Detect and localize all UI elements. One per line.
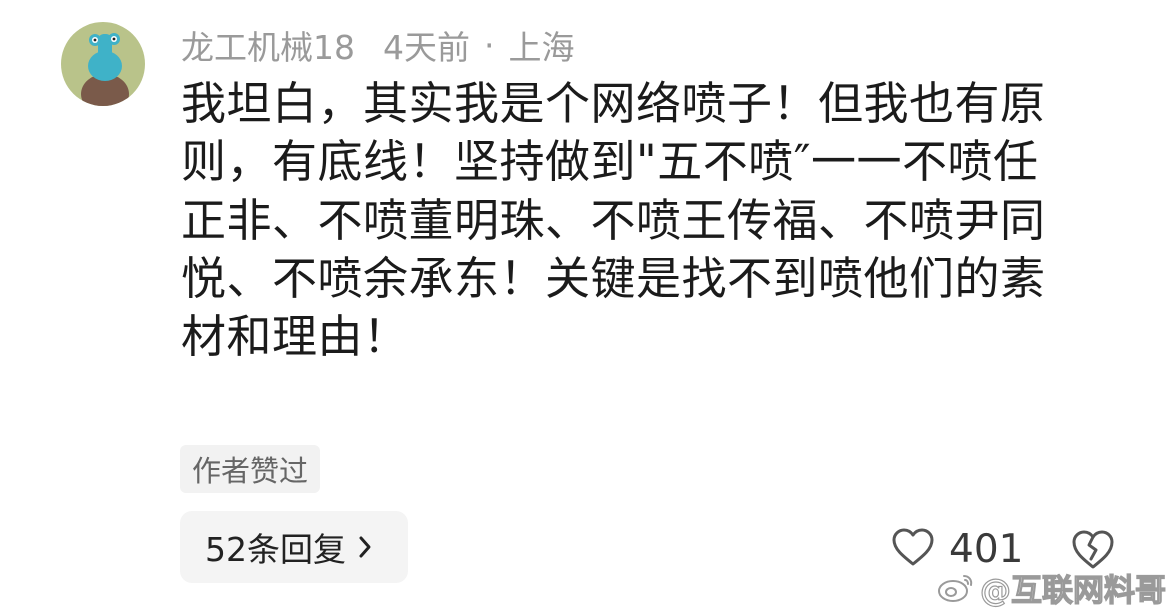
comment-line: 我坦白，其实我是个网络喷子！但我也有原	[181, 77, 1046, 130]
view-replies-button[interactable]: 52条回复	[180, 511, 408, 583]
comment-location: 上海	[508, 28, 575, 67]
author-liked-badge: 作者赞过	[180, 445, 321, 493]
author-liked-label: 作者赞过	[192, 454, 309, 488]
meta-separator: ·	[484, 25, 495, 65]
comment-meta: 龙工机械18 4天前 · 上海	[181, 21, 575, 69]
comment-line: 则，有底线！坚持做到"五不喷″一一不喷任	[181, 135, 1039, 189]
replies-label: 52条回复	[205, 530, 346, 569]
heart-outline-icon	[891, 527, 935, 571]
comment-line: 悦、不喷余承东！关键是找不到喷他们的素	[181, 251, 1046, 305]
comment-line: 正非、不喷董明珠、不喷王传福、不喷尹同	[181, 193, 1046, 247]
weibo-logo-icon	[936, 570, 976, 604]
watermark-text: @互联网料哥	[979, 572, 1166, 609]
comment-line: 材和理由！	[181, 310, 409, 364]
avatar-image	[61, 22, 145, 106]
chevron-right-icon	[358, 535, 372, 559]
comment-time: 4天前	[383, 28, 470, 67]
watermark: @互联网料哥	[936, 567, 1167, 609]
comment-card: 龙工机械18 4天前 · 上海 我坦白，其实我是个网络喷子！但我也有原 则，有底…	[0, 0, 1170, 614]
comment-text: 我坦白，其实我是个网络喷子！但我也有原 则，有底线！坚持做到"五不喷″一一不喷任…	[181, 75, 1101, 366]
author-name[interactable]: 龙工机械18	[181, 21, 355, 69]
avatar[interactable]	[61, 22, 145, 106]
